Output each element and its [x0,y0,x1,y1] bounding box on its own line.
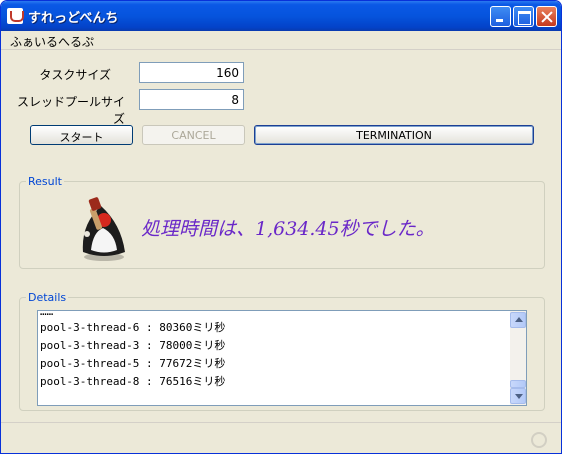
scroll-up-icon[interactable] [510,312,526,328]
details-list[interactable]: …… pool-3-thread-6 : 80360ミリ秒 pool-3-thr… [37,310,527,406]
app-window: すれっどべんち ふぁいる へるぷ タスクサイズ スレッドプールサイズ 160 8… [0,0,562,454]
pool-size-label: スレッドプールサイズ [16,95,125,126]
minimize-button[interactable] [490,6,511,27]
java-cup-icon [7,8,24,24]
list-item-partial: …… [40,310,54,318]
list-item: pool-3-thread-3 : 78000ミリ秒 [40,339,226,352]
task-size-field[interactable]: 160 [139,62,244,83]
busy-indicator-icon [531,432,547,448]
maximize-button[interactable] [513,6,534,27]
scroll-thumb[interactable] [510,380,526,388]
menu-bar: ふぁいる へるぷ [1,31,561,50]
window-title: すれっどべんち [28,11,119,26]
result-group-title: Result [26,175,64,188]
list-item: pool-3-thread-8 : 76516ミリ秒 [40,375,226,388]
start-button[interactable]: スタート [30,125,133,145]
task-size-label: タスクサイズ [39,68,111,82]
duke-mascot-icon [82,197,125,261]
details-group-title: Details [26,291,69,304]
title-bar[interactable]: すれっどべんち [1,1,561,31]
scroll-down-icon[interactable] [510,388,526,404]
vertical-scrollbar[interactable] [510,311,526,405]
menu-help[interactable]: へるぷ [58,33,94,50]
status-bar [1,422,561,453]
menu-file[interactable]: ふぁいる [10,33,58,50]
termination-button[interactable]: TERMINATION [254,125,534,145]
pool-size-field[interactable]: 8 [139,89,244,110]
list-item: pool-3-thread-5 : 77672ミリ秒 [40,357,226,370]
result-message: 処理時間は、1,634.45秒でした。 [141,218,435,240]
list-item: pool-3-thread-6 : 80360ミリ秒 [40,321,226,334]
close-button[interactable] [536,6,557,27]
cancel-button[interactable]: CANCEL [142,125,245,145]
